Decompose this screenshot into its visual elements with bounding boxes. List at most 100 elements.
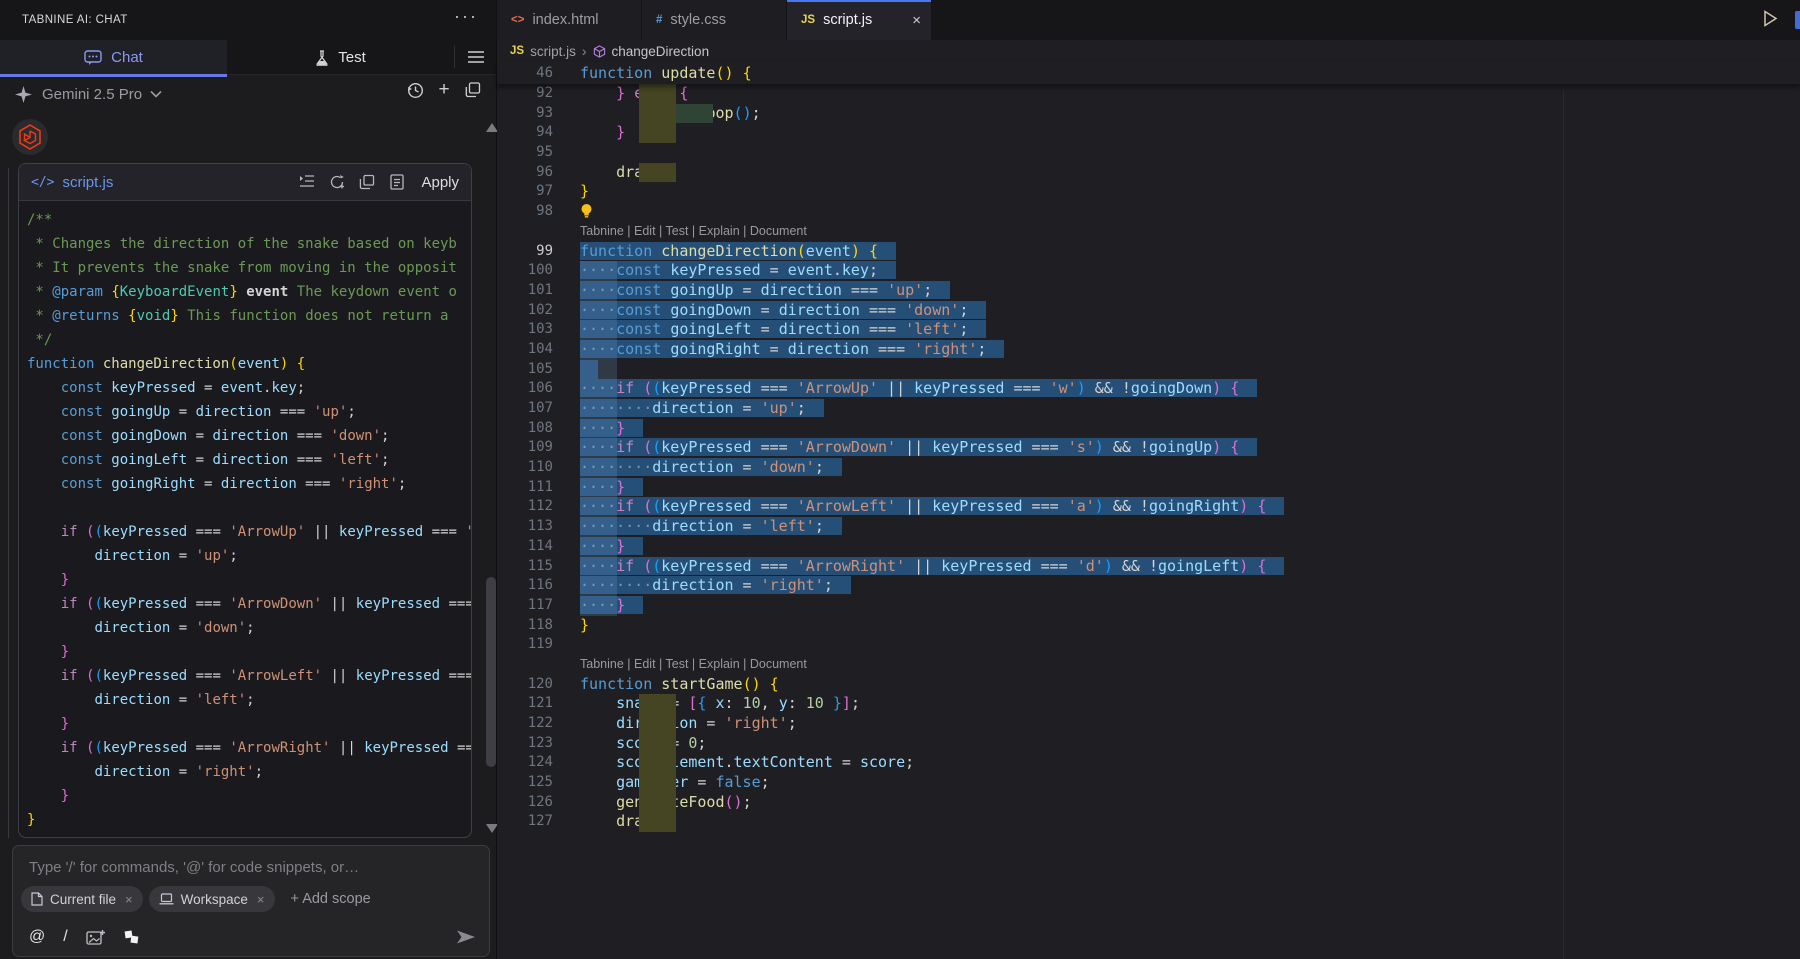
codelens-test[interactable]: Test: [666, 224, 689, 238]
line-number[interactable]: 98: [497, 202, 556, 222]
code-line-content[interactable]: ····if ((keyPressed === 'ArrowLeft' || k…: [556, 497, 1800, 517]
code-line-content[interactable]: ····const goingUp = direction === 'up';: [556, 281, 1800, 301]
line-number[interactable]: 115: [497, 557, 556, 577]
code-line-content[interactable]: [556, 635, 1800, 655]
lightbulb-icon[interactable]: [580, 202, 593, 220]
line-number[interactable]: 100: [497, 261, 556, 281]
codelens-edit[interactable]: Edit: [634, 657, 656, 671]
tab-test[interactable]: Test: [227, 40, 454, 75]
line-number[interactable]: 108: [497, 419, 556, 439]
editor-tab-index.html[interactable]: <>index.html: [497, 0, 642, 40]
code-line-content[interactable]: [556, 143, 1800, 163]
mention-button[interactable]: @: [29, 928, 45, 946]
line-number[interactable]: 110: [497, 458, 556, 478]
code-line-content[interactable]: scoreElement.textContent = score;: [556, 753, 1800, 773]
breadcrumb-file[interactable]: script.js: [530, 44, 576, 59]
regenerate-icon[interactable]: [328, 174, 345, 191]
attach-image-icon[interactable]: [86, 929, 105, 946]
history-icon[interactable]: [406, 81, 424, 99]
code-line-content[interactable]: direction = 'right';: [556, 714, 1800, 734]
code-line-content[interactable]: }: [556, 616, 1800, 636]
code-line-content[interactable]: snake = [{ x: 10, y: 10 }];: [556, 694, 1800, 714]
line-number[interactable]: 118: [497, 616, 556, 636]
code-line-content[interactable]: ········direction = 'left';: [556, 517, 1800, 537]
open-file-icon[interactable]: [388, 174, 405, 191]
send-icon[interactable]: [455, 928, 477, 946]
line-number[interactable]: 94: [497, 123, 556, 143]
editor-tab-style.css[interactable]: #style.css: [642, 0, 787, 40]
code-line-content[interactable]: draw();: [556, 812, 1800, 832]
code-line-content[interactable]: [556, 360, 1800, 380]
line-number[interactable]: 125: [497, 773, 556, 793]
line-number[interactable]: 117: [497, 596, 556, 616]
slash-command-button[interactable]: /: [63, 928, 67, 946]
line-number[interactable]: 120: [497, 675, 556, 695]
line-number[interactable]: 107: [497, 399, 556, 419]
line-number[interactable]: 113: [497, 517, 556, 537]
code-line-content[interactable]: ····const keyPressed = event.key;: [556, 261, 1800, 281]
code-line-content[interactable]: ····const goingRight = direction === 'ri…: [556, 340, 1800, 360]
code-line-content[interactable]: [556, 202, 1800, 222]
line-number[interactable]: 122: [497, 714, 556, 734]
close-tab-icon[interactable]: ×: [912, 12, 921, 29]
split-editor-icon[interactable]: [1795, 11, 1800, 29]
code-line-content[interactable]: ····if ((keyPressed === 'ArrowDown' || k…: [556, 438, 1800, 458]
codelens-test[interactable]: Test: [666, 657, 689, 671]
line-number[interactable]: 97: [497, 182, 556, 202]
code-line-content[interactable]: ····}: [556, 478, 1800, 498]
blocks-icon[interactable]: [123, 929, 140, 945]
code-line-content[interactable]: ····const goingDown = direction === 'dow…: [556, 301, 1800, 321]
line-number[interactable]: 99: [497, 242, 556, 262]
remove-chip-icon[interactable]: ×: [257, 892, 265, 907]
line-number[interactable]: 104: [497, 340, 556, 360]
line-number[interactable]: 109: [497, 438, 556, 458]
code-line-content[interactable]: ····}: [556, 419, 1800, 439]
line-number[interactable]: 96: [497, 163, 556, 183]
line-number[interactable]: 101: [497, 281, 556, 301]
editor-tab-script.js[interactable]: JSscript.js×: [787, 0, 932, 40]
code-line-content[interactable]: draw();: [556, 163, 1800, 183]
line-number[interactable]: 127: [497, 812, 556, 832]
sticky-scroll-line[interactable]: 46 function update() {: [497, 62, 1800, 84]
add-scope-button[interactable]: + Add scope: [291, 891, 371, 907]
codelens-tabnine[interactable]: Tabnine: [580, 657, 624, 671]
line-number[interactable]: 119: [497, 635, 556, 655]
line-number[interactable]: 102: [497, 301, 556, 321]
scope-chip-current-file[interactable]: Current file×: [21, 886, 143, 912]
code-line-content[interactable]: ····}: [556, 596, 1800, 616]
chevron-down-icon[interactable]: [150, 90, 162, 98]
line-number[interactable]: 103: [497, 320, 556, 340]
code-line-content[interactable]: ········direction = 'up';: [556, 399, 1800, 419]
remove-chip-icon[interactable]: ×: [125, 892, 133, 907]
run-file-icon[interactable]: [1763, 10, 1778, 27]
chat-scrollbar-thumb[interactable]: [486, 577, 496, 767]
code-line-content[interactable]: ····const goingLeft = direction === 'lef…: [556, 320, 1800, 340]
model-name[interactable]: Gemini 2.5 Pro: [42, 86, 142, 103]
line-number[interactable]: 112: [497, 497, 556, 517]
codelens-document[interactable]: Document: [750, 657, 807, 671]
line-number[interactable]: 106: [497, 379, 556, 399]
line-number[interactable]: 114: [497, 537, 556, 557]
code-line-content[interactable]: snake.pop();: [556, 104, 1800, 124]
apply-button[interactable]: Apply: [421, 174, 459, 191]
codelens-document[interactable]: Document: [750, 224, 807, 238]
more-actions-icon[interactable]: ···: [454, 6, 478, 27]
code-line-content[interactable]: } else {: [556, 84, 1800, 104]
codelens-edit[interactable]: Edit: [634, 224, 656, 238]
copy-conversation-icon[interactable]: [464, 81, 482, 99]
code-line-content[interactable]: gameOver = false;: [556, 773, 1800, 793]
breadcrumb-symbol[interactable]: changeDirection: [612, 44, 710, 59]
code-line-content[interactable]: ····}: [556, 537, 1800, 557]
copy-code-icon[interactable]: [358, 174, 375, 191]
chat-input-placeholder[interactable]: Type '/' for commands, '@' for code snip…: [29, 859, 359, 876]
chat-input-container[interactable]: Type '/' for commands, '@' for code snip…: [12, 845, 490, 957]
code-line-content[interactable]: ········direction = 'down';: [556, 458, 1800, 478]
scope-chip-workspace[interactable]: Workspace×: [149, 886, 275, 912]
code-line-content[interactable]: }: [556, 182, 1800, 202]
line-number[interactable]: 121: [497, 694, 556, 714]
line-number[interactable]: 105: [497, 360, 556, 380]
line-number[interactable]: 124: [497, 753, 556, 773]
code-line-content[interactable]: function changeDirection(event) {: [556, 242, 1800, 262]
code-line-content[interactable]: score = 0;: [556, 734, 1800, 754]
code-line-content[interactable]: ····if ((keyPressed === 'ArrowUp' || key…: [556, 379, 1800, 399]
